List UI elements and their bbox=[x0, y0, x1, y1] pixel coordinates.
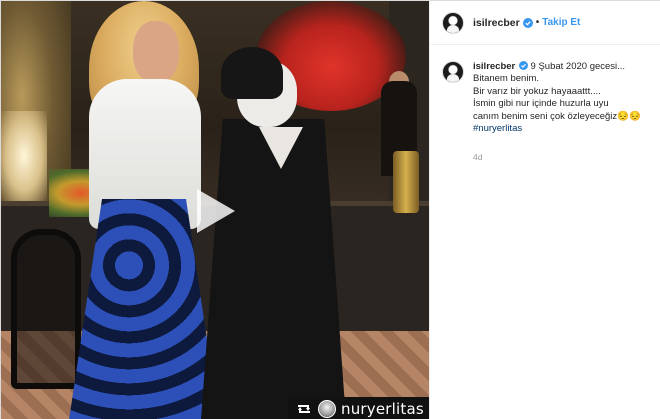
repost-credit-badge[interactable]: nuryerlitas bbox=[288, 397, 429, 419]
caption-line: İsmin gibi nur içinde huzurla uyu bbox=[473, 98, 609, 110]
verified-badge-icon bbox=[522, 17, 533, 28]
repost-icon bbox=[295, 401, 313, 417]
instagram-post-embed: nuryerlitas isilrecber • Takip Et isilre… bbox=[0, 0, 660, 419]
repost-avatar bbox=[318, 399, 336, 418]
avatar[interactable] bbox=[442, 11, 464, 34]
post-timestamp: 4d bbox=[473, 152, 483, 162]
caption-date: 9 Şubat 2020 gecesi... bbox=[530, 61, 626, 72]
verified-badge-icon bbox=[518, 61, 528, 70]
background-light bbox=[1, 111, 47, 201]
gold-vase bbox=[393, 151, 419, 213]
post-video[interactable]: nuryerlitas bbox=[1, 1, 429, 419]
woman-right-hat bbox=[221, 47, 283, 99]
caption-line: Bir varız bir yokuz hayaaattt.... bbox=[473, 85, 601, 97]
woman-right-black-dress bbox=[201, 119, 346, 419]
woman-left-face bbox=[133, 21, 179, 83]
caption-line: canım benim seni çok özleyeceğiz😔😔 bbox=[473, 110, 641, 122]
black-chair bbox=[11, 229, 81, 389]
caption-line: Bitanem benim. bbox=[473, 73, 540, 85]
caption-text: isilrecber 9 Şubat 2020 gecesi... Bitane… bbox=[473, 61, 641, 135]
post-header: isilrecber • Takip Et bbox=[430, 1, 660, 45]
play-icon[interactable] bbox=[185, 183, 241, 239]
follow-button[interactable]: Takip Et bbox=[542, 17, 580, 28]
hashtag-link[interactable]: #nuryerlitas bbox=[473, 123, 641, 135]
caption-username[interactable]: isilrecber bbox=[473, 61, 515, 72]
caption-avatar[interactable] bbox=[442, 61, 464, 83]
header-separator: • bbox=[535, 17, 540, 28]
post-sidebar: isilrecber • Takip Et isilrecber 9 Şubat… bbox=[429, 1, 660, 419]
repost-username: nuryerlitas bbox=[341, 399, 424, 418]
header-username[interactable]: isilrecber bbox=[473, 17, 520, 29]
caption-comment: isilrecber 9 Şubat 2020 gecesi... Bitane… bbox=[442, 61, 656, 135]
